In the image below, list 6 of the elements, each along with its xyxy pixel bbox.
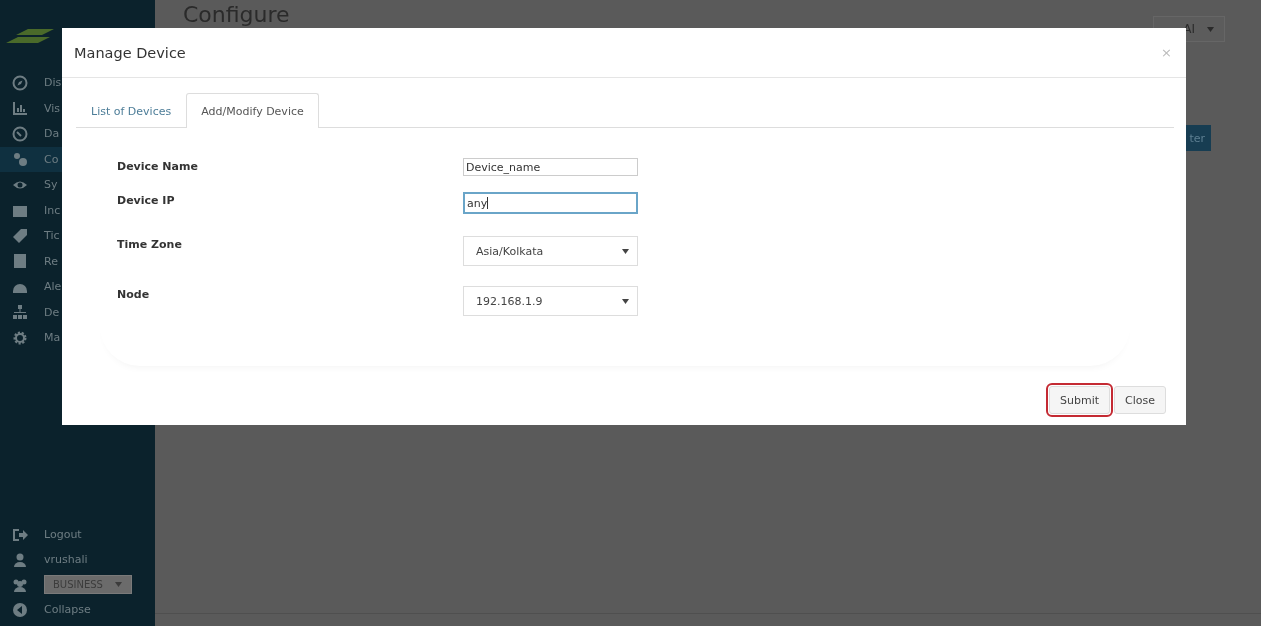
field-label: Node: [117, 287, 151, 301]
dialog-title: Manage Device: [74, 44, 186, 61]
user-name: vrushali: [44, 553, 88, 566]
field-label: Time Zone: [117, 237, 183, 251]
field-label: Device Name: [117, 159, 199, 173]
field-label: Device IP: [117, 193, 176, 207]
